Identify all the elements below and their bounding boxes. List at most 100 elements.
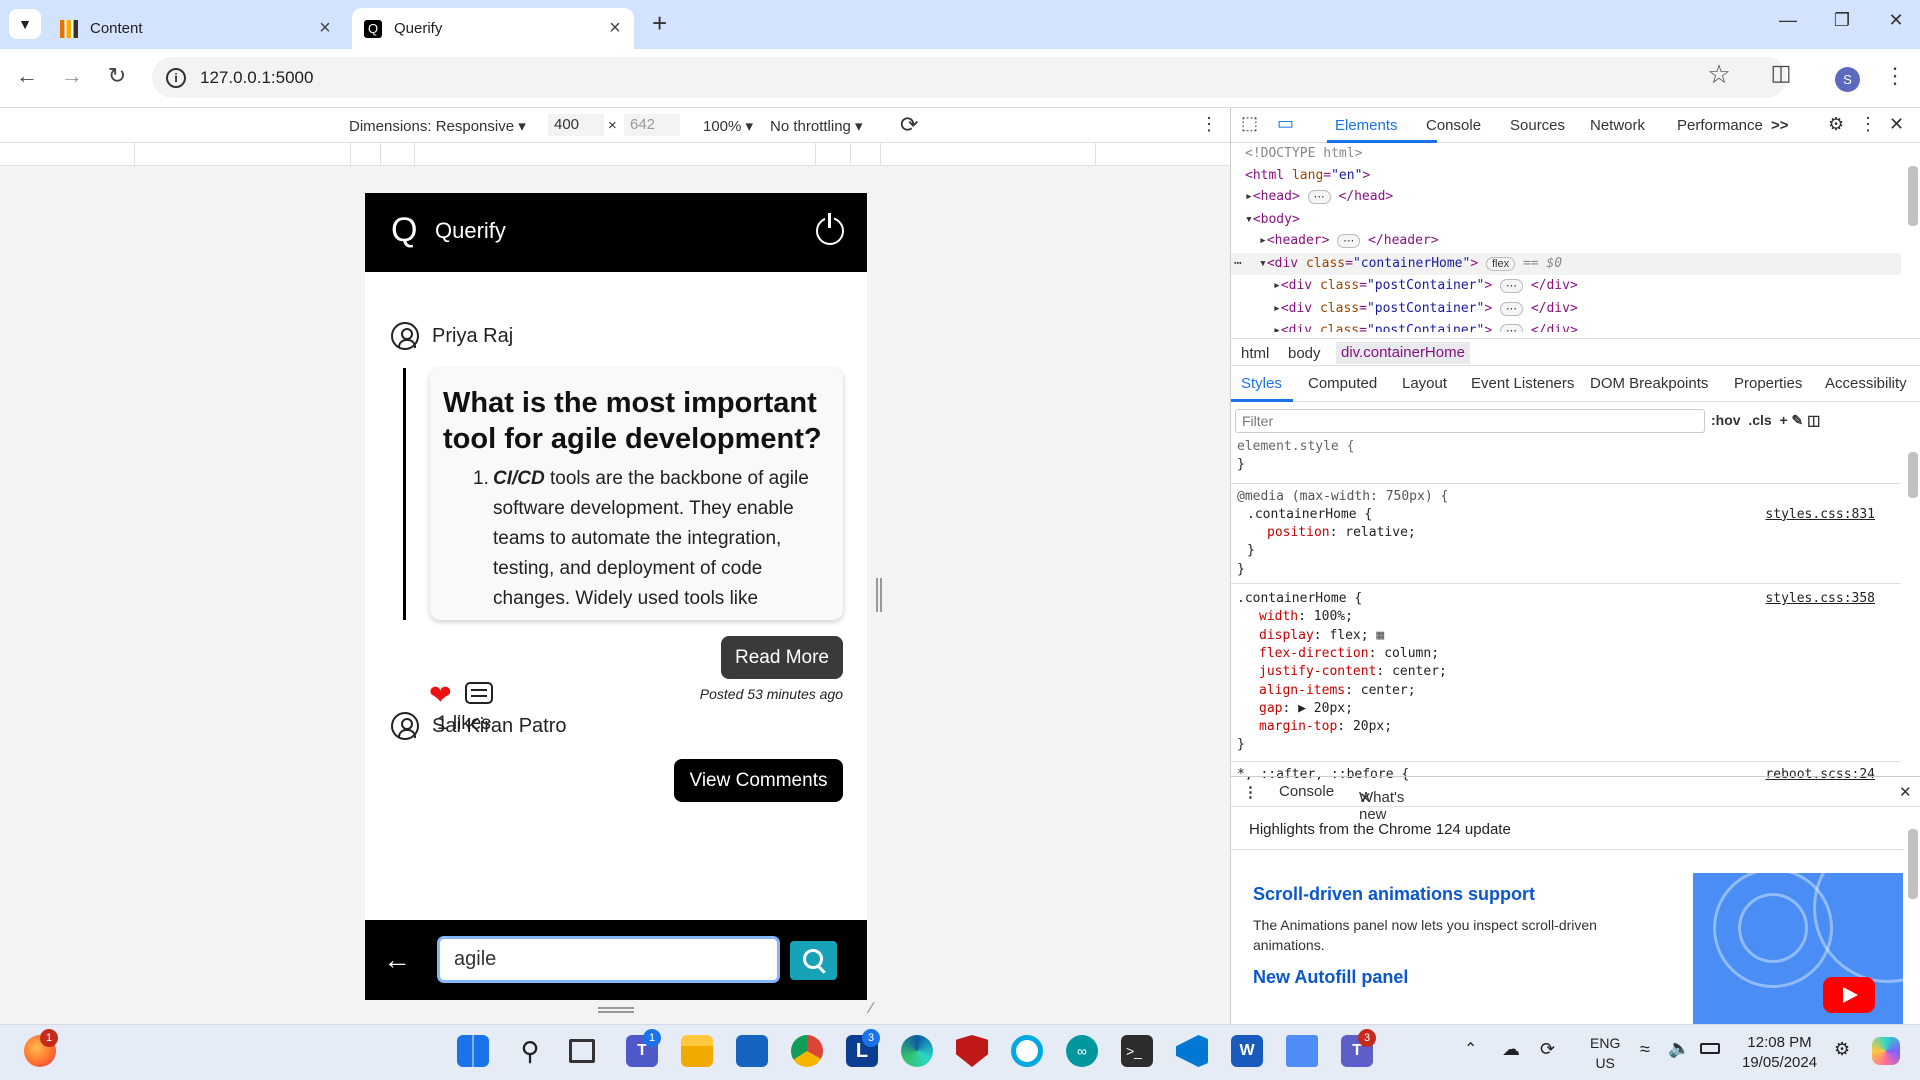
view-comments-button[interactable]: View Comments bbox=[674, 759, 843, 802]
minimize-icon[interactable]: — bbox=[1768, 10, 1808, 31]
sync-icon[interactable]: ⟳ bbox=[1540, 1039, 1555, 1060]
show-hidden-icons-icon[interactable]: ⌃ bbox=[1464, 1039, 1477, 1059]
youtube-play-icon[interactable] bbox=[1823, 977, 1875, 1013]
profile-avatar[interactable]: S bbox=[1835, 67, 1860, 92]
resize-handle-vertical[interactable] bbox=[876, 578, 882, 612]
drawer-tab-console[interactable]: Console bbox=[1279, 783, 1334, 800]
throttling-dropdown[interactable]: No throttling ▾ bbox=[770, 117, 863, 135]
app-name[interactable]: Querify bbox=[435, 218, 506, 244]
tab-network[interactable]: Network bbox=[1590, 117, 1645, 134]
wifi-icon[interactable]: ≈ bbox=[1640, 1039, 1650, 1060]
css-declaration[interactable]: gap: ▶ 20px; bbox=[1231, 700, 1901, 718]
edge-icon[interactable] bbox=[901, 1035, 933, 1067]
flex-badge[interactable]: flex bbox=[1486, 256, 1516, 271]
css-source-link[interactable]: styles.css:358 bbox=[1765, 590, 1875, 608]
read-more-button[interactable]: Read More bbox=[721, 636, 843, 679]
site-info-icon[interactable]: i bbox=[166, 67, 186, 88]
new-tab-button[interactable]: + bbox=[652, 8, 667, 39]
notepad-icon[interactable] bbox=[1286, 1035, 1318, 1067]
terminal-icon[interactable]: >_ bbox=[1121, 1035, 1153, 1067]
extensions-icon[interactable]: ◫ bbox=[1766, 60, 1796, 86]
whats-new-video-thumbnail[interactable] bbox=[1693, 873, 1903, 1025]
css-declaration[interactable]: flex-direction: column; bbox=[1231, 645, 1901, 663]
dom-body-node[interactable]: ▾<body> bbox=[1231, 209, 1901, 231]
dom-head-node[interactable]: ▸<head> ⋯ </head> bbox=[1231, 186, 1901, 209]
breadcrumb-containerhome[interactable]: div.containerHome bbox=[1336, 342, 1470, 364]
post-author[interactable]: Sai Kiran Patro bbox=[391, 712, 567, 740]
forward-icon[interactable]: → bbox=[57, 63, 87, 89]
css-declaration[interactable]: justify-content: center; bbox=[1231, 663, 1901, 681]
language-indicator[interactable]: ENG US bbox=[1590, 1033, 1620, 1073]
element-style-rule[interactable]: element.style { bbox=[1231, 438, 1901, 456]
tab-elements[interactable]: Elements bbox=[1335, 117, 1398, 134]
arduino-icon[interactable]: ∞ bbox=[1066, 1035, 1098, 1067]
dom-post-container[interactable]: ▸<div class="postContainer"> ⋯ </div> bbox=[1231, 275, 1901, 298]
settings-gear-icon[interactable]: ⚙ bbox=[1828, 114, 1844, 135]
tab-event-listeners[interactable]: Event Listeners bbox=[1471, 375, 1574, 392]
tab-querify[interactable]: Q Querify × bbox=[352, 8, 634, 49]
css-declaration[interactable]: display: flex; ▦ bbox=[1231, 627, 1901, 645]
zoom-dropdown[interactable]: 100% ▾ bbox=[703, 117, 753, 135]
alexa-icon[interactable] bbox=[1011, 1035, 1043, 1067]
css-declaration[interactable]: margin-top: 20px; bbox=[1231, 718, 1901, 736]
scroll-thumb[interactable] bbox=[1908, 452, 1918, 498]
back-icon[interactable]: ← bbox=[12, 63, 42, 89]
file-explorer-icon[interactable] bbox=[681, 1035, 713, 1067]
word-icon[interactable]: W bbox=[1231, 1035, 1263, 1067]
dom-doctype[interactable]: <!DOCTYPE html> bbox=[1231, 143, 1901, 165]
back-arrow-icon[interactable]: ← bbox=[383, 944, 411, 976]
mcafee-icon[interactable] bbox=[956, 1035, 988, 1067]
close-tab-icon[interactable]: × bbox=[604, 17, 626, 40]
drawer-menu-icon[interactable]: ⋮ bbox=[1243, 783, 1258, 801]
style-tools[interactable]: :hov .cls + ✎ ◫ bbox=[1711, 412, 1820, 429]
resize-handle-horizontal[interactable] bbox=[598, 1007, 634, 1013]
dimensions-dropdown[interactable]: Dimensions: Responsive ▾ bbox=[349, 117, 526, 135]
dom-selected-node[interactable]: ⋯ ▾<div class="containerHome"> flex == $0 bbox=[1231, 252, 1901, 275]
sidebar-toggle-icon[interactable]: ◫ bbox=[1807, 412, 1820, 428]
bookmark-star-icon[interactable]: ☆ bbox=[1704, 59, 1734, 90]
restore-icon[interactable]: ❐ bbox=[1822, 10, 1862, 31]
close-devtools-icon[interactable]: ✕ bbox=[1889, 114, 1904, 135]
resize-corner-icon[interactable]: ∕ bbox=[870, 1000, 873, 1018]
search-input[interactable] bbox=[437, 936, 780, 983]
devtools-menu-icon[interactable]: ⋮ bbox=[1859, 114, 1877, 135]
width-input[interactable]: 400 bbox=[548, 114, 604, 136]
comment-icon[interactable] bbox=[465, 682, 493, 704]
tab-accessibility[interactable]: Accessibility bbox=[1825, 375, 1907, 392]
address-bar[interactable]: i 127.0.0.1:5000 bbox=[152, 57, 1787, 98]
vscode-icon[interactable] bbox=[1176, 1035, 1208, 1067]
device-toggle-icon[interactable]: ▭ bbox=[1277, 113, 1294, 134]
rotate-icon[interactable]: ⟳ bbox=[900, 112, 918, 138]
tab-styles[interactable]: Styles bbox=[1241, 375, 1282, 392]
close-tab-icon[interactable]: ✕ bbox=[1359, 789, 1372, 807]
tab-search-button[interactable]: ▼ bbox=[9, 9, 41, 39]
search-icon[interactable]: ⚲ bbox=[514, 1035, 546, 1067]
close-drawer-icon[interactable]: ✕ bbox=[1899, 783, 1912, 801]
tab-dom-breakpoints[interactable]: DOM Breakpoints bbox=[1590, 375, 1708, 392]
copilot-icon[interactable] bbox=[1872, 1037, 1900, 1065]
dom-post-container[interactable]: ▸<div class="postContainer"> ⋯ </div> bbox=[1231, 320, 1901, 332]
whats-new-link[interactable]: New Autofill panel bbox=[1253, 967, 1408, 988]
styles-filter-input[interactable]: Filter bbox=[1235, 409, 1705, 433]
system-clock[interactable]: 12:08 PM 19/05/2024 bbox=[1742, 1033, 1817, 1073]
volume-icon[interactable]: 🔈 bbox=[1668, 1038, 1690, 1059]
search-button[interactable] bbox=[790, 941, 837, 980]
task-view-icon[interactable] bbox=[569, 1039, 595, 1063]
drawer-scrollbar[interactable] bbox=[1905, 811, 1920, 1025]
windows-start-icon[interactable] bbox=[457, 1035, 489, 1067]
tab-content[interactable]: Content × bbox=[48, 8, 344, 49]
tab-properties[interactable]: Properties bbox=[1734, 375, 1802, 392]
scroll-thumb[interactable] bbox=[1908, 829, 1918, 899]
more-tabs-icon[interactable]: >> bbox=[1771, 117, 1789, 134]
store-icon[interactable] bbox=[736, 1035, 768, 1067]
breadcrumb-html[interactable]: html bbox=[1241, 345, 1269, 362]
dom-html-node[interactable]: <html lang="en"> bbox=[1231, 165, 1901, 187]
tab-sources[interactable]: Sources bbox=[1510, 117, 1565, 134]
battery-icon[interactable] bbox=[1700, 1043, 1720, 1054]
inspect-element-icon[interactable]: ⬚ bbox=[1241, 113, 1258, 134]
logout-power-icon[interactable] bbox=[816, 213, 844, 245]
css-selector[interactable]: .containerHome {styles.css:831 bbox=[1231, 506, 1901, 524]
app-logo[interactable]: Q bbox=[391, 211, 417, 250]
flexbox-editor-icon[interactable]: ▦ bbox=[1376, 628, 1384, 643]
css-declaration[interactable]: position: relative; bbox=[1231, 524, 1901, 542]
